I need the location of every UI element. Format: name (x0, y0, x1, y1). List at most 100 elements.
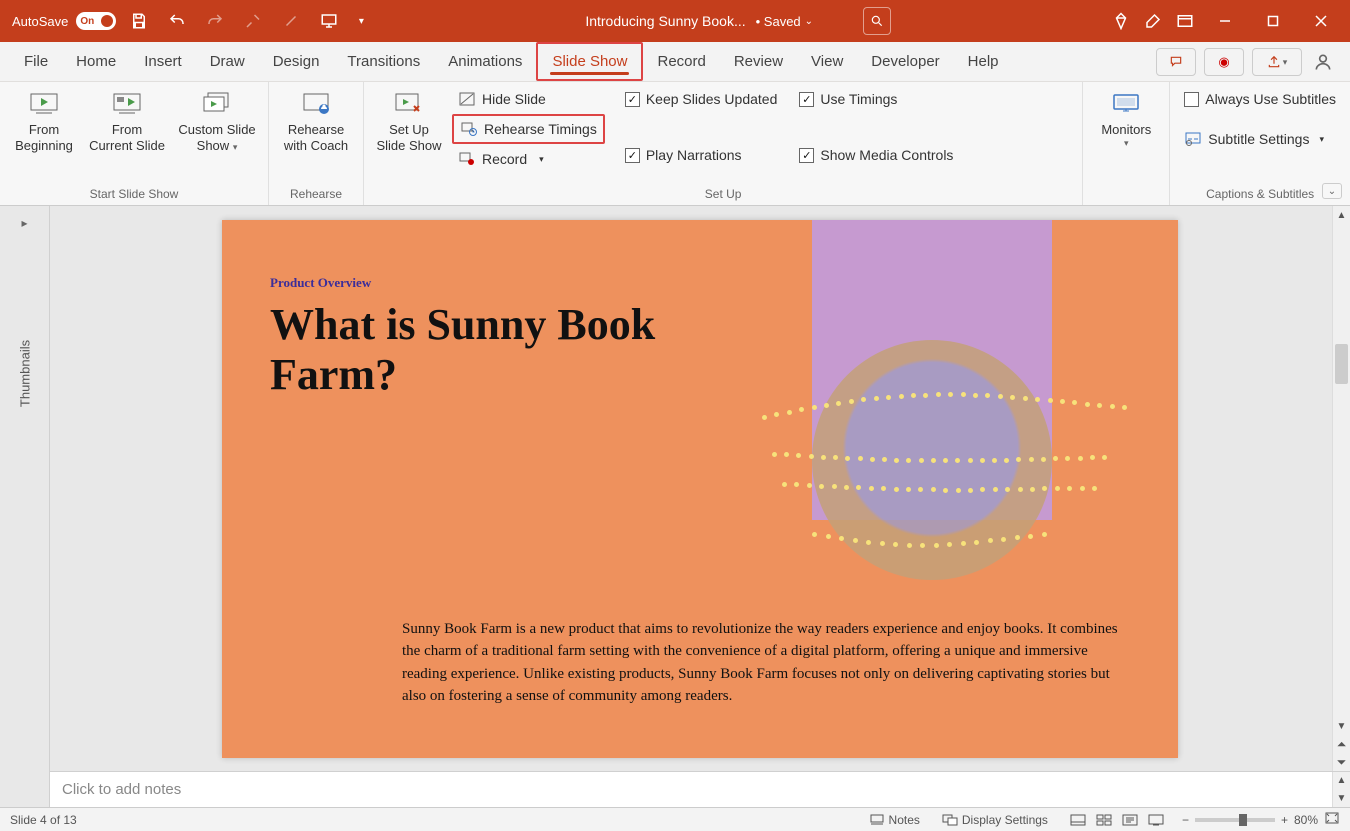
tab-slideshow[interactable]: Slide Show (536, 42, 643, 81)
play-narrations-checkbox[interactable]: ✓Play Narrations (619, 142, 784, 168)
record-button[interactable]: ◉ (1204, 48, 1244, 76)
tab-animations[interactable]: Animations (434, 42, 536, 81)
setup-slideshow-button[interactable]: Set Up Slide Show (372, 86, 446, 157)
record-icon (458, 150, 476, 168)
window-mode-icon[interactable] (1170, 6, 1200, 36)
tab-file[interactable]: File (10, 42, 62, 81)
canvas-area: Product Overview What is Sunny Book Farm… (50, 206, 1350, 807)
thumbnails-label: Thumbnails (17, 340, 32, 407)
tab-review[interactable]: Review (720, 42, 797, 81)
from-beginning-button[interactable]: From Beginning (8, 86, 80, 157)
slide-eyebrow: Product Overview (270, 275, 371, 291)
redo-icon[interactable] (200, 6, 230, 36)
scroll-down-icon[interactable]: ▼ (1333, 717, 1350, 735)
keep-updated-checkbox[interactable]: ✓Keep Slides Updated (619, 86, 784, 112)
monitor-icon (1110, 90, 1142, 118)
qat-btn-2[interactable] (276, 6, 306, 36)
tab-insert[interactable]: Insert (130, 42, 196, 81)
ribbon-tabs: File Home Insert Draw Design Transitions… (0, 42, 1350, 82)
rehearse-timings-button[interactable]: Rehearse Timings (452, 114, 605, 144)
zoom-out-button[interactable]: − (1182, 813, 1189, 827)
tab-developer[interactable]: Developer (857, 42, 953, 81)
view-buttons (1066, 811, 1168, 829)
always-subtitles-checkbox[interactable]: Always Use Subtitles (1178, 86, 1342, 112)
expand-thumbnails-icon[interactable]: ▸ (21, 216, 27, 230)
slide-counter[interactable]: Slide 4 of 13 (10, 813, 77, 827)
share-button[interactable]: ▾ (1252, 48, 1302, 76)
account-button[interactable] (1308, 47, 1338, 77)
tab-home[interactable]: Home (62, 42, 130, 81)
search-button[interactable] (863, 7, 891, 35)
coach-icon (300, 90, 332, 118)
diamond-icon[interactable] (1106, 6, 1136, 36)
save-icon[interactable] (124, 6, 154, 36)
display-settings-button[interactable]: Display Settings (938, 812, 1052, 828)
group-label-setup: Set Up (372, 185, 1074, 203)
use-timings-checkbox[interactable]: ✓Use Timings (793, 86, 959, 112)
hide-slide-icon (458, 90, 476, 108)
status-bar: Slide 4 of 13 Notes Display Settings − +… (0, 807, 1350, 831)
notes-icon (869, 812, 885, 828)
zoom-in-button[interactable]: + (1281, 813, 1288, 827)
rehearse-coach-button[interactable]: Rehearse with Coach (277, 86, 355, 157)
show-media-checkbox[interactable]: ✓Show Media Controls (793, 142, 959, 168)
slide-body: Sunny Book Farm is a new product that ai… (402, 618, 1128, 708)
reading-view-button[interactable] (1118, 811, 1142, 829)
custom-show-icon (201, 90, 233, 118)
tab-draw[interactable]: Draw (196, 42, 259, 81)
tab-record[interactable]: Record (643, 42, 719, 81)
play-current-icon (111, 90, 143, 118)
notes-toggle-button[interactable]: Notes (865, 812, 924, 828)
hide-slide-button[interactable]: Hide Slide (452, 86, 605, 112)
zoom-percent[interactable]: 80% (1294, 813, 1318, 827)
document-title[interactable]: Introducing Sunny Book... (585, 13, 745, 29)
fit-window-button[interactable] (1324, 811, 1340, 828)
tab-view[interactable]: View (797, 42, 857, 81)
next-slide-icon[interactable]: ⏷ (1333, 753, 1350, 771)
qat-btn-1[interactable] (238, 6, 268, 36)
timings-icon (460, 120, 478, 138)
thumbnails-rail[interactable]: ▸ Thumbnails (0, 206, 50, 807)
from-current-button[interactable]: From Current Slide (86, 86, 168, 157)
qat-more-icon[interactable]: ▾ (352, 6, 370, 36)
zoom-slider[interactable] (1195, 818, 1275, 822)
group-label-start: Start Slide Show (8, 185, 260, 203)
slide[interactable]: Product Overview What is Sunny Book Farm… (222, 220, 1178, 758)
scroll-up-icon[interactable]: ▲ (1333, 206, 1350, 224)
setup-icon (393, 90, 425, 118)
present-icon[interactable] (314, 6, 344, 36)
saved-indicator[interactable]: • Saved⌄ (756, 14, 813, 29)
notes-scrollbar[interactable]: ▲▼ (1332, 772, 1350, 807)
maximize-button[interactable] (1250, 6, 1296, 36)
tab-help[interactable]: Help (954, 42, 1013, 81)
notes-pane[interactable]: Click to add notes ▲▼ (50, 771, 1350, 807)
zoom-controls: − + 80% (1182, 811, 1340, 828)
display-icon (942, 812, 958, 828)
slideshow-view-button[interactable] (1144, 811, 1168, 829)
ribbon-body: From Beginning From Current Slide Custom… (0, 82, 1350, 206)
record-dropdown-button[interactable]: Record ▾ (452, 146, 605, 172)
subtitle-settings-button[interactable]: Subtitle Settings ▾ (1178, 126, 1342, 152)
group-label-rehearse: Rehearse (277, 185, 355, 203)
normal-view-button[interactable] (1066, 811, 1090, 829)
vertical-scrollbar[interactable]: ▲ ▼ ⏶ ⏷ (1332, 206, 1350, 771)
autosave-toggle[interactable]: On (76, 12, 116, 30)
group-label-captions: Captions & Subtitles (1178, 185, 1342, 203)
custom-show-button[interactable]: Custom Slide Show ▾ (174, 86, 260, 157)
main-area: ▸ Thumbnails Product Overview What is Su… (0, 206, 1350, 807)
collapse-ribbon-button[interactable]: ⌄ (1322, 183, 1342, 199)
brush-icon[interactable] (1138, 6, 1168, 36)
tab-design[interactable]: Design (259, 42, 334, 81)
subtitle-icon (1184, 130, 1202, 148)
prev-slide-icon[interactable]: ⏶ (1333, 735, 1350, 753)
minimize-button[interactable] (1202, 6, 1248, 36)
undo-icon[interactable] (162, 6, 192, 36)
tab-transitions[interactable]: Transitions (333, 42, 434, 81)
autosave-label: AutoSave (12, 14, 68, 29)
notes-placeholder: Click to add notes (62, 781, 181, 798)
monitors-button[interactable]: Monitors ▾ (1091, 86, 1161, 152)
close-button[interactable] (1298, 6, 1344, 36)
play-icon (28, 90, 60, 118)
sorter-view-button[interactable] (1092, 811, 1116, 829)
comments-button[interactable] (1156, 48, 1196, 76)
